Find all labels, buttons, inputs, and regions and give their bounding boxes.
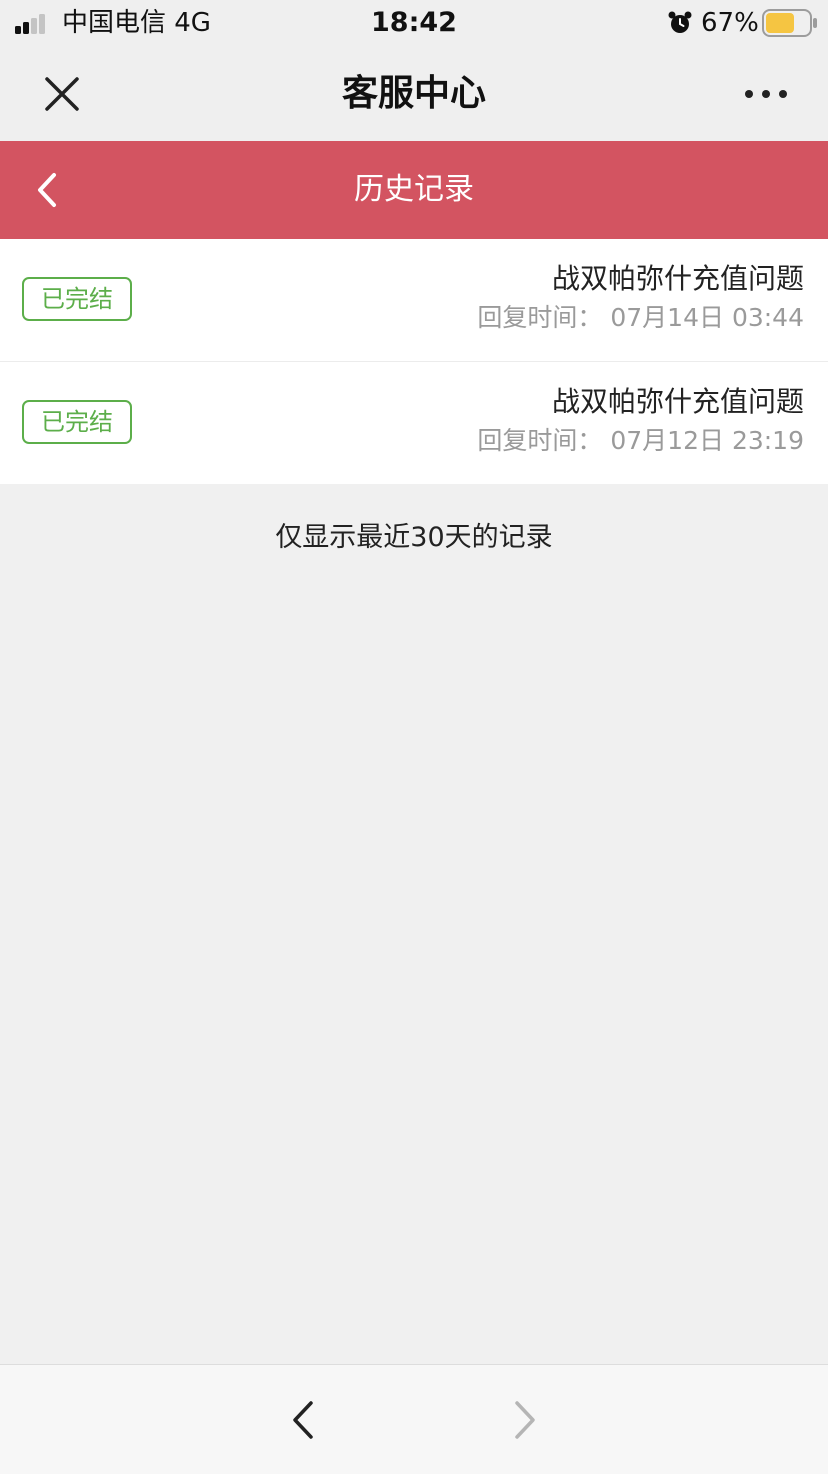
- close-icon: [45, 77, 79, 111]
- record-title: 战双帕弥什充值问题: [551, 385, 804, 418]
- footnote: 仅显示最近30天的记录: [275, 522, 553, 553]
- battery-percent: 67%: [701, 8, 759, 38]
- chevron-left-icon: [293, 1401, 313, 1439]
- battery-icon: [762, 9, 817, 37]
- page-header: 历史记录: [0, 141, 828, 239]
- page-title: 历史记录: [354, 172, 474, 207]
- browser-back-button[interactable]: [276, 1393, 330, 1447]
- status-badge: 已完结: [22, 277, 132, 321]
- more-dots-icon: [745, 90, 787, 98]
- more-options-button[interactable]: [736, 68, 796, 120]
- record-reply-time: 回复时间： 07月14日 03:44: [477, 303, 804, 332]
- status-bar: 中国电信 4G 18:42 67%: [0, 0, 828, 46]
- status-badge: 已完结: [22, 400, 132, 444]
- nav-bar: 客服中心: [0, 46, 828, 141]
- chevron-right-icon: [515, 1401, 535, 1439]
- alarm-icon: [668, 11, 692, 33]
- header-back-button[interactable]: [22, 165, 72, 215]
- list-item[interactable]: 已完结 战双帕弥什充值问题 回复时间： 07月14日 03:44: [0, 239, 828, 361]
- chevron-left-icon: [38, 173, 56, 207]
- record-list: 已完结 战双帕弥什充值问题 回复时间： 07月14日 03:44 已完结 战双帕…: [0, 239, 828, 484]
- nav-title: 客服中心: [341, 73, 486, 114]
- record-reply-time: 回复时间： 07月12日 23:19: [477, 426, 804, 455]
- list-item[interactable]: 已完结 战双帕弥什充值问题 回复时间： 07月12日 23:19: [0, 361, 828, 484]
- browser-forward-button[interactable]: [498, 1393, 552, 1447]
- record-title: 战双帕弥什充值问题: [551, 262, 804, 295]
- close-button[interactable]: [36, 68, 88, 120]
- bottom-toolbar: [0, 1364, 828, 1474]
